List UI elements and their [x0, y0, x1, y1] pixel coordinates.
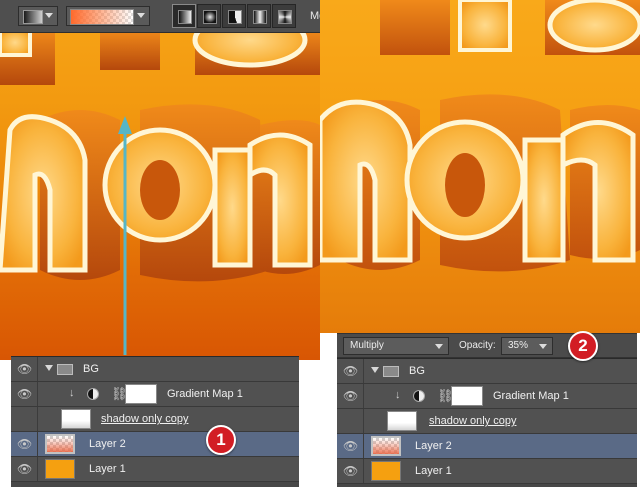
layer-row-bg-group[interactable]: 👁 BG [11, 357, 299, 382]
visibility-toggle[interactable] [337, 409, 364, 433]
clipping-arrow-icon: ↓ [69, 387, 75, 399]
layer-thumbnail [371, 436, 401, 456]
canvas-before[interactable] [0, 0, 320, 360]
layer-thumbnail [45, 434, 75, 454]
visibility-toggle[interactable]: 👁 [11, 457, 38, 481]
radial-gradient-icon [203, 10, 217, 24]
orange-text-artwork [0, 12, 320, 355]
layer-row-shadow-copy[interactable]: shadow only copy [337, 409, 637, 434]
layer-name: Layer 1 [89, 463, 126, 475]
radial-gradient-button[interactable] [197, 4, 221, 28]
layer-row-layer-1[interactable]: 👁 Layer 1 [337, 459, 637, 484]
canvas-after[interactable] [320, 0, 640, 333]
gradient-preview-swatch [70, 9, 134, 25]
gradient-picker[interactable] [66, 6, 150, 26]
visibility-toggle[interactable]: 👁 [11, 357, 38, 381]
layer-name: BG [83, 363, 99, 375]
linear-gradient-icon [178, 10, 192, 24]
angle-gradient-button[interactable] [222, 4, 246, 28]
layer-name: Layer 1 [415, 465, 452, 477]
linear-gradient-button[interactable] [172, 4, 196, 28]
visibility-toggle[interactable]: 👁 [337, 459, 364, 483]
layer-thumbnail [387, 411, 417, 431]
eye-icon: 👁 [17, 387, 33, 401]
gradient-map-adjustment-icon [87, 388, 99, 400]
layer-name: shadow only copy [429, 415, 517, 427]
diamond-gradient-button[interactable] [272, 4, 296, 28]
chevron-down-icon [539, 344, 547, 349]
visibility-toggle[interactable]: 👁 [337, 384, 364, 408]
eye-icon: 👁 [343, 464, 359, 478]
reflected-gradient-icon [253, 10, 267, 24]
layer-row-layer-2[interactable]: 👁 Layer 2 [11, 432, 299, 457]
layer-name: Layer 2 [89, 438, 126, 450]
visibility-toggle[interactable]: 👁 [337, 359, 364, 383]
chevron-down-icon [45, 13, 53, 18]
opacity-input[interactable]: 35% [501, 337, 553, 355]
gradient-tool-options-bar: Mo [0, 0, 325, 33]
opacity-label: Opacity: [459, 340, 496, 351]
eye-icon: 👁 [343, 364, 359, 378]
layer-row-layer-1[interactable]: 👁 Layer 1 [11, 457, 299, 482]
tool-preset-picker[interactable] [18, 6, 58, 26]
eye-icon: 👁 [17, 437, 33, 451]
gradient-map-adjustment-icon [413, 390, 425, 402]
eye-icon: 👁 [17, 462, 33, 476]
folder-icon [383, 366, 399, 377]
layer-mask-thumbnail[interactable] [125, 384, 157, 404]
visibility-toggle[interactable]: 👁 [337, 434, 364, 458]
eye-icon: 👁 [343, 389, 359, 403]
layer-thumbnail [61, 409, 91, 429]
layers-panel-left: 👁 BG 👁 ↓ ⛓ Gradient Map 1 shadow only co… [11, 356, 299, 487]
layer-row-gradient-map[interactable]: 👁 ↓ ⛓ Gradient Map 1 [11, 382, 299, 407]
blend-mode-select[interactable]: Multiply [343, 337, 449, 355]
eye-icon: 👁 [343, 439, 359, 453]
layer-name: Layer 2 [415, 440, 452, 452]
blend-mode-value: Multiply [350, 340, 384, 351]
layer-row-bg-group[interactable]: 👁 BG [337, 359, 637, 384]
chevron-down-icon [435, 344, 443, 349]
layer-name: Gradient Map 1 [167, 388, 243, 400]
folder-icon [57, 364, 73, 375]
opacity-value: 35% [508, 340, 529, 351]
visibility-toggle[interactable]: 👁 [11, 382, 38, 406]
eye-icon: 👁 [17, 362, 33, 376]
layer-row-shadow-copy[interactable]: shadow only copy [11, 407, 299, 432]
expand-arrow-icon[interactable] [45, 365, 53, 371]
layer-name: Gradient Map 1 [493, 390, 569, 402]
layer-name: BG [409, 365, 425, 377]
diamond-gradient-icon [278, 10, 292, 24]
orange-text-artwork [320, 0, 640, 272]
visibility-toggle[interactable] [11, 407, 38, 431]
visibility-toggle[interactable]: 👁 [11, 432, 38, 456]
reflected-gradient-button[interactable] [247, 4, 271, 28]
chevron-down-icon [137, 13, 145, 18]
step-1-badge: 1 [206, 425, 236, 455]
step-2-badge: 2 [568, 331, 598, 361]
layer-row-layer-2[interactable]: 👁 Layer 2 [337, 434, 637, 459]
angle-gradient-icon [228, 10, 242, 24]
clipping-arrow-icon: ↓ [395, 389, 401, 401]
layer-mask-thumbnail[interactable] [451, 386, 483, 406]
layer-row-gradient-map[interactable]: 👁 ↓ ⛓ Gradient Map 1 [337, 384, 637, 409]
gradient-tool-icon [23, 10, 43, 24]
layer-thumbnail [371, 461, 401, 481]
layer-thumbnail [45, 459, 75, 479]
layers-panel-right: 👁 BG 👁 ↓ ⛓ Gradient Map 1 shadow only co… [337, 358, 637, 487]
layer-name: shadow only copy [101, 413, 189, 425]
expand-arrow-icon[interactable] [371, 367, 379, 373]
